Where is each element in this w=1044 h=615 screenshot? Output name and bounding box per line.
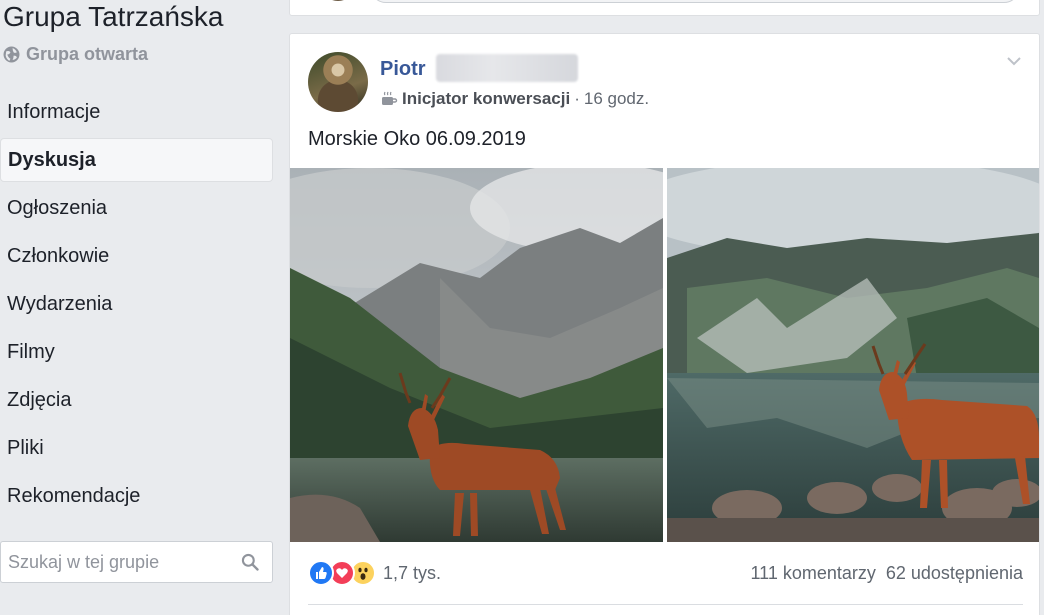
reactions-summary[interactable]: 1,7 tys. [308,560,441,586]
group-privacy-label: Grupa otwarta [26,44,149,64]
nav-label: Filmy [7,340,55,363]
nav-label: Zdjęcia [7,388,72,411]
reaction-count: 1,7 tys. [383,562,442,583]
comments-count-link[interactable]: 111 komentarzy [750,563,875,584]
nav-label: Rekomendacje [7,484,141,507]
nav-item-wydarzenia[interactable]: Wydarzenia [0,282,273,326]
search-icon[interactable] [240,551,260,573]
nav-item-pliki[interactable]: Pliki [0,426,273,470]
nav-label: Ogłoszenia [7,196,108,219]
redacted-surname [436,54,578,82]
group-nav: Informacje Dyskusja Ogłoszenia Członkowi… [0,90,273,522]
post-photos [290,168,1039,542]
nav-item-dyskusja[interactable]: Dyskusja [0,138,273,182]
avatar [320,0,356,1]
engagement-stats: 111 komentarzy 62 udostępnienia [750,563,1023,584]
post-meta: Inicjator konwersacji · 16 godz. [380,89,649,109]
nav-item-ogloszenia[interactable]: Ogłoszenia [0,186,273,230]
nav-label: Dyskusja [8,148,96,171]
nav-item-zdjecia[interactable]: Zdjęcia [0,378,273,422]
group-search [0,541,273,583]
coffee-cup-icon [382,91,398,105]
composer-card [289,0,1040,16]
nav-item-czlonkowie[interactable]: Członkowie [0,234,273,278]
post-time[interactable]: 16 godz. [584,89,649,109]
group-title[interactable]: Grupa Tatrzańska [3,1,224,33]
nav-label: Informacje [7,100,101,123]
post-text: Morskie Oko 06.09.2019 [308,128,526,150]
shares-count-link[interactable]: 62 udostępnienia [886,563,1023,584]
group-sidebar: Grupa Tatrzańska Grupa otwarta Informacj… [0,0,276,615]
like-icon [308,560,334,586]
search-input[interactable] [8,551,240,573]
post-card: Piotr Inicjator konwersacji · 16 godz. M… [289,33,1040,615]
meta-separator: · [574,89,580,108]
nav-item-rekomendacje[interactable]: Rekomendacje [0,474,273,518]
author-name[interactable]: Piotr [380,58,426,81]
composer-input[interactable] [370,0,1020,3]
post-photo[interactable] [667,168,1039,542]
nav-label: Wydarzenia [7,292,113,315]
group-privacy: Grupa otwarta [3,44,148,65]
conversation-starter-badge: Inicjator konwersacji [402,89,571,108]
nav-label: Członkowie [7,244,110,267]
nav-label: Pliki [7,436,44,459]
post-photo[interactable] [290,168,663,542]
reactions-bar: 1,7 tys. 111 komentarzy 62 udostępnienia [308,556,1023,590]
divider [308,604,1023,605]
chevron-down-icon[interactable] [1005,52,1023,70]
nav-item-filmy[interactable]: Filmy [0,330,273,374]
globe-icon [3,46,20,63]
author-avatar[interactable] [308,52,368,112]
nav-item-informacje[interactable]: Informacje [0,90,273,134]
